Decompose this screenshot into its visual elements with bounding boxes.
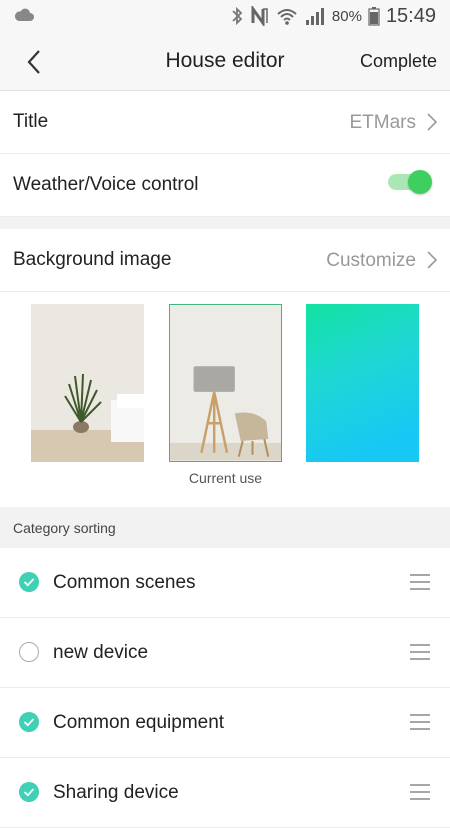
check-circle-icon[interactable] bbox=[19, 782, 39, 802]
list-item[interactable]: new device bbox=[0, 618, 450, 688]
battery-percent: 80% bbox=[331, 7, 362, 25]
category-sorting-header: Category sorting bbox=[0, 507, 450, 548]
drag-handle-icon[interactable] bbox=[410, 574, 430, 590]
drag-handle-icon[interactable] bbox=[410, 784, 430, 800]
check-circle-icon[interactable] bbox=[19, 712, 39, 732]
category-sorting-title: Category sorting bbox=[13, 520, 116, 536]
check-circle-icon[interactable] bbox=[19, 572, 39, 592]
wifi-icon bbox=[277, 9, 297, 25]
background-image-row[interactable]: Background image Customize bbox=[0, 229, 450, 292]
weather-voice-row: Weather/Voice control bbox=[0, 154, 450, 217]
chevron-right-icon bbox=[427, 113, 438, 131]
current-use-label: Current use bbox=[188, 470, 263, 486]
weather-voice-toggle[interactable] bbox=[388, 170, 432, 194]
toggle-knob bbox=[408, 170, 432, 194]
background-image-label: Background image bbox=[13, 249, 172, 270]
drag-handle-icon[interactable] bbox=[410, 714, 430, 730]
signal-icon bbox=[305, 8, 324, 25]
empty-circle-icon[interactable] bbox=[19, 642, 39, 662]
nfc-icon bbox=[251, 6, 268, 26]
title-value: ETMars bbox=[349, 112, 417, 133]
category-label: Common equipment bbox=[53, 712, 225, 733]
bluetooth-icon bbox=[232, 6, 243, 26]
cloud-icon bbox=[14, 8, 34, 21]
battery-icon bbox=[368, 7, 380, 26]
list-item[interactable]: Common scenes bbox=[0, 548, 450, 618]
chevron-right-icon bbox=[427, 251, 438, 269]
category-label: Sharing device bbox=[53, 782, 179, 803]
category-label: Common scenes bbox=[53, 572, 196, 593]
background-thumbnails: Current use bbox=[0, 292, 450, 507]
background-thumbnail-gradient[interactable] bbox=[306, 304, 419, 462]
section-gap bbox=[0, 217, 450, 229]
complete-button[interactable]: Complete bbox=[360, 51, 437, 72]
title-label: Title bbox=[13, 111, 49, 132]
background-thumbnail-lamp-room[interactable] bbox=[169, 304, 282, 462]
background-thumbnail-plant-room[interactable] bbox=[31, 304, 144, 462]
title-row[interactable]: Title ETMars bbox=[0, 91, 450, 154]
drag-handle-icon[interactable] bbox=[410, 644, 430, 660]
list-item[interactable]: Sharing device bbox=[0, 758, 450, 828]
clock: 15:49 bbox=[385, 4, 436, 27]
category-label: new device bbox=[53, 642, 149, 663]
weather-voice-label: Weather/Voice control bbox=[13, 174, 199, 195]
status-bar: 80% 15:49 bbox=[0, 0, 450, 32]
list-item[interactable]: Common equipment bbox=[0, 688, 450, 758]
nav-bar: House editor Complete bbox=[0, 32, 450, 91]
customize-link[interactable]: Customize bbox=[326, 250, 416, 272]
